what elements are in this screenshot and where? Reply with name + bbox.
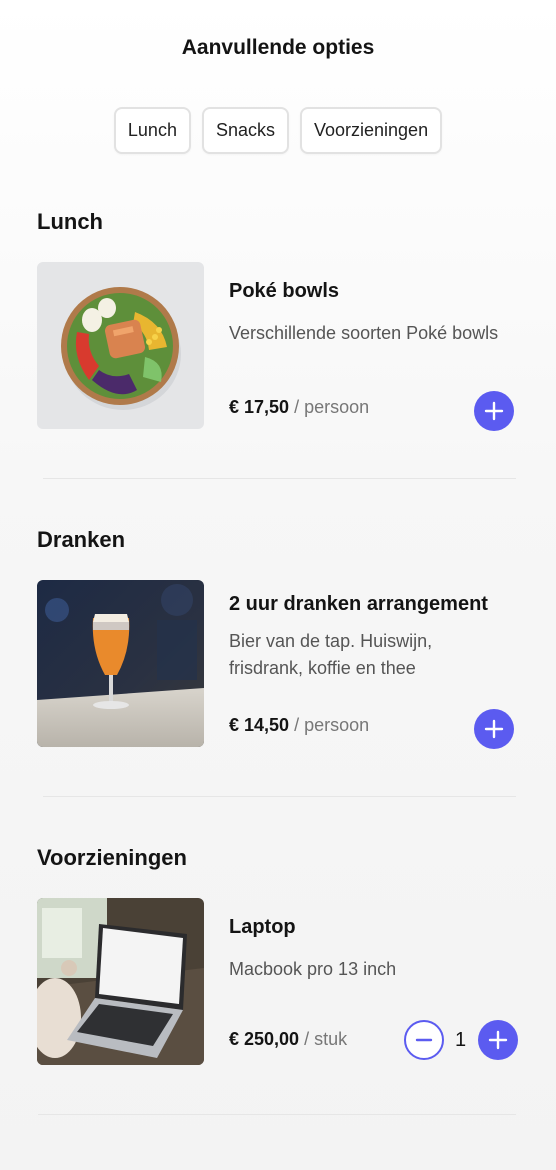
beer-glass-image — [37, 580, 204, 747]
add-button[interactable] — [474, 709, 514, 749]
item-price: € 14,50 — [229, 715, 290, 735]
section-title: Voorzieningen — [37, 845, 187, 870]
plus-icon — [484, 401, 504, 421]
price-row: € 250,00 / stuk — [229, 1029, 347, 1050]
tab-snacks[interactable]: Snacks — [201, 107, 289, 154]
page-title: Aanvullende opties — [181, 36, 375, 59]
price-row: € 17,50 / persoon — [229, 397, 369, 418]
poke-bowl-image — [37, 262, 204, 429]
price-unit: / stuk — [304, 1029, 348, 1049]
item-price: € 250,00 — [229, 1029, 300, 1049]
category-tabs: Lunch Snacks Voorzieningen — [0, 107, 556, 154]
item-description: Verschillende soorten Poké bowls — [229, 323, 499, 343]
tab-voorzieningen[interactable]: Voorzieningen — [299, 107, 443, 154]
laptop-image — [37, 898, 204, 1065]
quantity-value: 1 — [455, 1029, 467, 1051]
section-title: Dranken — [37, 527, 126, 552]
divider — [43, 478, 516, 479]
item-description: Bier van de tap. Huiswijn, frisdrank, ko… — [229, 631, 433, 678]
increase-quantity-button[interactable] — [478, 1020, 518, 1060]
section-title: Lunch — [37, 209, 103, 234]
price-unit: / persoon — [294, 715, 370, 735]
item-price: € 17,50 — [229, 397, 290, 417]
divider — [43, 796, 516, 797]
tab-lunch[interactable]: Lunch — [113, 107, 191, 154]
price-unit: / persoon — [294, 397, 370, 417]
item-name: 2 uur dranken arrangement — [229, 593, 488, 615]
plus-icon — [488, 1030, 508, 1050]
decrease-quantity-button[interactable] — [404, 1020, 444, 1060]
plus-icon — [484, 719, 504, 739]
item-name: Poké bowls — [229, 280, 340, 302]
price-row: € 14,50 / persoon — [229, 715, 369, 736]
minus-icon — [415, 1038, 433, 1042]
add-button[interactable] — [474, 391, 514, 431]
item-name: Laptop — [229, 916, 296, 938]
item-description: Macbook pro 13 inch — [229, 959, 397, 979]
divider — [38, 1114, 516, 1115]
